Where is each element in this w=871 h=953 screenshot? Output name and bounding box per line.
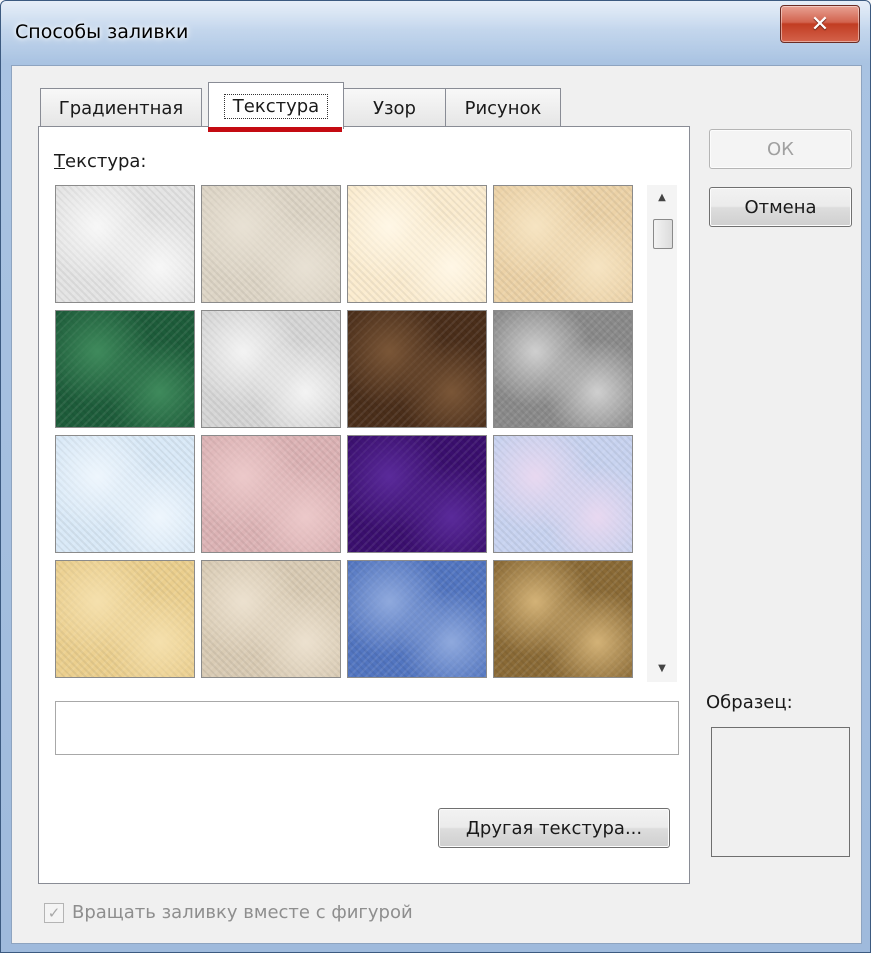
- texture-swatch-light-blue-paper[interactable]: [55, 435, 195, 553]
- dialog-client: Градиентная Текстура Узор Рисунок Тексту…: [11, 65, 862, 944]
- texture-name-field: [55, 701, 679, 755]
- other-texture-button[interactable]: Другая текстура...: [438, 808, 670, 848]
- rotate-with-shape-label: Вращать заливку вместе с фигурой: [72, 902, 413, 923]
- sample-preview: [711, 727, 850, 857]
- texture-swatch-tan-paper[interactable]: [493, 185, 633, 303]
- checkmark-icon: ✓: [47, 903, 61, 922]
- tab-picture-label: Рисунок: [464, 97, 542, 119]
- texture-label-hotkey: Т: [54, 151, 65, 172]
- texture-swatch-beige-canvas[interactable]: [201, 185, 341, 303]
- other-texture-hotkey: Д: [465, 817, 480, 839]
- texture-swatch-blue-denim[interactable]: [347, 560, 487, 678]
- texture-swatch-burlap-light[interactable]: [201, 560, 341, 678]
- ok-button-label: ОК: [767, 138, 794, 160]
- texture-swatch-bouquet[interactable]: [493, 435, 633, 553]
- texture-scrollbar[interactable]: ▲ ▼: [647, 185, 677, 682]
- texture-tab-panel: Текстура: ▲ ▼ Другая текстура...: [38, 126, 690, 884]
- cancel-button-label: Отмена: [744, 196, 817, 218]
- close-icon: ✕: [810, 11, 830, 37]
- texture-swatch-papyrus[interactable]: [55, 560, 195, 678]
- texture-swatch-brown-marble[interactable]: [347, 310, 487, 428]
- texture-swatch-granite[interactable]: [493, 310, 633, 428]
- tab-pattern[interactable]: Узор: [342, 88, 447, 127]
- texture-swatch-white-marble[interactable]: [55, 185, 195, 303]
- texture-swatch-green-marble[interactable]: [55, 310, 195, 428]
- texture-swatch-gray-marble[interactable]: [201, 310, 341, 428]
- sample-label: Образец:: [706, 692, 793, 713]
- texture-swatch-purple-mesh[interactable]: [347, 435, 487, 553]
- tab-texture[interactable]: Текстура: [208, 82, 344, 129]
- title-bar[interactable]: Способы заливки ✕: [1, 1, 870, 65]
- rotate-with-shape-option[interactable]: ✓ Вращать заливку вместе с фигурой: [44, 902, 413, 923]
- rotate-with-shape-checkbox[interactable]: ✓: [44, 902, 64, 923]
- dialog-window: Способы заливки ✕ Градиентная Текстура У…: [0, 0, 871, 953]
- other-texture-label: ругая текстура...: [479, 817, 643, 839]
- texture-swatch-cream-paper[interactable]: [347, 185, 487, 303]
- texture-label-text: екстура:: [65, 151, 147, 172]
- texture-swatch-pink-paper[interactable]: [201, 435, 341, 553]
- tab-pattern-label: Узор: [373, 97, 416, 119]
- window-title: Способы заливки: [15, 21, 189, 43]
- scroll-thumb[interactable]: [653, 219, 673, 249]
- cancel-button[interactable]: Отмена: [709, 187, 852, 227]
- tab-picture[interactable]: Рисунок: [445, 88, 561, 127]
- texture-swatch-woven-mat[interactable]: [493, 560, 633, 678]
- texture-list-label: Текстура:: [54, 151, 147, 172]
- tab-gradient-label: Градиентная: [58, 97, 184, 119]
- ok-button[interactable]: ОК: [709, 129, 852, 169]
- tab-gradient[interactable]: Градиентная: [40, 88, 202, 127]
- scroll-up-icon[interactable]: ▲: [647, 185, 677, 211]
- close-button[interactable]: ✕: [780, 5, 860, 43]
- tab-texture-label: Текстура: [223, 93, 329, 119]
- scroll-down-icon[interactable]: ▼: [647, 656, 677, 682]
- selected-tab-marker: [208, 127, 342, 132]
- texture-grid: [55, 185, 655, 682]
